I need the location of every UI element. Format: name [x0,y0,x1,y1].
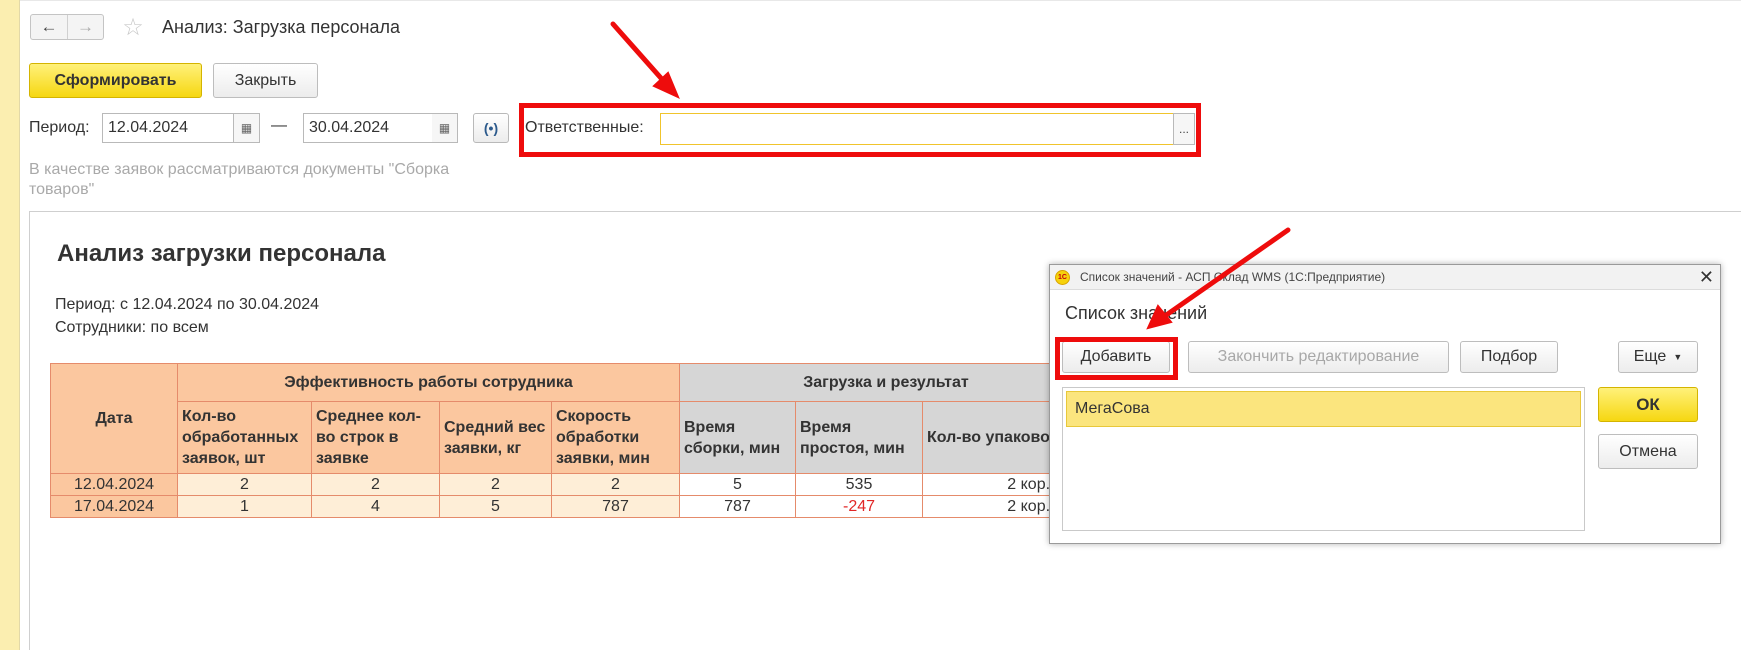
history-nav: ← → [30,14,104,40]
date-to-field[interactable]: 30.04.2024 [303,113,433,143]
top-divider [20,0,1741,1]
table-row: 17.04.2024 1 4 5 787 787 -247 2 кор. 4 ш… [50,495,1093,518]
table-cell: 2 [551,473,680,496]
table-cell: 2 [177,473,312,496]
cell-date: 12.04.2024 [50,473,178,496]
generate-button[interactable]: Сформировать [29,63,202,98]
col-header: Скорость обработки заявки, мин [551,401,680,474]
table-cell: 787 [679,495,796,518]
dialog-title: Список значений - АСП Склад WMS (1С:Пред… [1080,270,1386,284]
date-from-field[interactable]: 12.04.2024 [102,113,234,143]
table-cell: 787 [551,495,680,518]
table-cell: 2 [439,473,552,496]
value-list[interactable]: МегаСова [1062,387,1585,531]
dialog-titlebar: 1С Список значений - АСП Склад WMS (1С:П… [1050,265,1720,290]
table-cell: 4 [311,495,440,518]
ok-button[interactable]: ОК [1598,387,1698,422]
table-cell: 1 [177,495,312,518]
chevron-down-icon: ▼ [1673,352,1683,362]
arrowhead-responsible [652,71,680,99]
list-item[interactable]: МегаСова [1066,391,1581,427]
value-list-dialog: 1С Список значений - АСП Склад WMS (1С:П… [1049,264,1721,544]
window-header: ← → ☆ Анализ: Загрузка персонала [30,13,400,41]
col-header: Время простоя, мин [795,401,923,474]
table-row: 12.04.2024 2 2 2 2 5 535 2 кор. 0 шт [50,473,1093,496]
close-icon[interactable]: ✕ [1699,267,1714,288]
app-logo-icon: 1С [1055,270,1070,285]
star-icon[interactable]: ☆ [120,14,146,41]
arrow-to-responsible [610,21,671,89]
report-staff: Сотрудники: по всем [55,319,209,336]
arrow-left-icon[interactable]: ← [31,15,67,39]
period-select-icon[interactable]: (•) [473,113,509,143]
dialog-heading: Список значений [1065,303,1208,323]
col-header: Среднее кол-во строк в заявке [311,401,440,474]
calendar-icon[interactable]: ▦ [432,113,458,143]
page-title: Анализ: Загрузка персонала [162,16,401,37]
col-header: Кол-во обработанных заявок, шт [177,401,312,474]
cancel-button[interactable]: Отмена [1598,434,1698,469]
period-dash: — [271,117,287,134]
finish-editing-button[interactable]: Закончить редактирование [1188,341,1449,373]
table-cell: 2 [311,473,440,496]
report-table: Дата Эффективность работы сотрудника Заг… [50,363,1093,518]
table-cell: 535 [795,473,923,496]
col-header: Время сборки, мин [679,401,796,474]
table-cell: -247 [795,495,923,518]
group-header-efficiency: Эффективность работы сотрудника [177,363,680,402]
period-label: Период: [29,119,90,136]
group-header-load: Загрузка и результат [679,363,1093,402]
table-cell: 5 [679,473,796,496]
hint-text: В качестве заявок рассматриваются докуме… [29,161,450,198]
left-panel-strip [0,0,20,650]
calendar-icon[interactable]: ▦ [234,113,260,143]
col-header-date: Дата [50,363,178,474]
highlight-box-responsible [519,103,1201,157]
close-button[interactable]: Закрыть [213,63,318,98]
arrow-right-icon[interactable]: → [67,15,103,39]
report-period: Период: с 12.04.2024 по 30.04.2024 [55,296,320,313]
col-header: Средний вес заявки, кг [439,401,552,474]
pick-button[interactable]: Подбор [1460,341,1558,373]
report-title: Анализ загрузки персонала [57,240,386,267]
highlight-box-add [1055,337,1178,380]
more-label: Еще [1633,348,1667,365]
more-button[interactable]: Еще ▼ [1618,341,1698,373]
table-cell: 5 [439,495,552,518]
cell-date: 17.04.2024 [50,495,178,518]
